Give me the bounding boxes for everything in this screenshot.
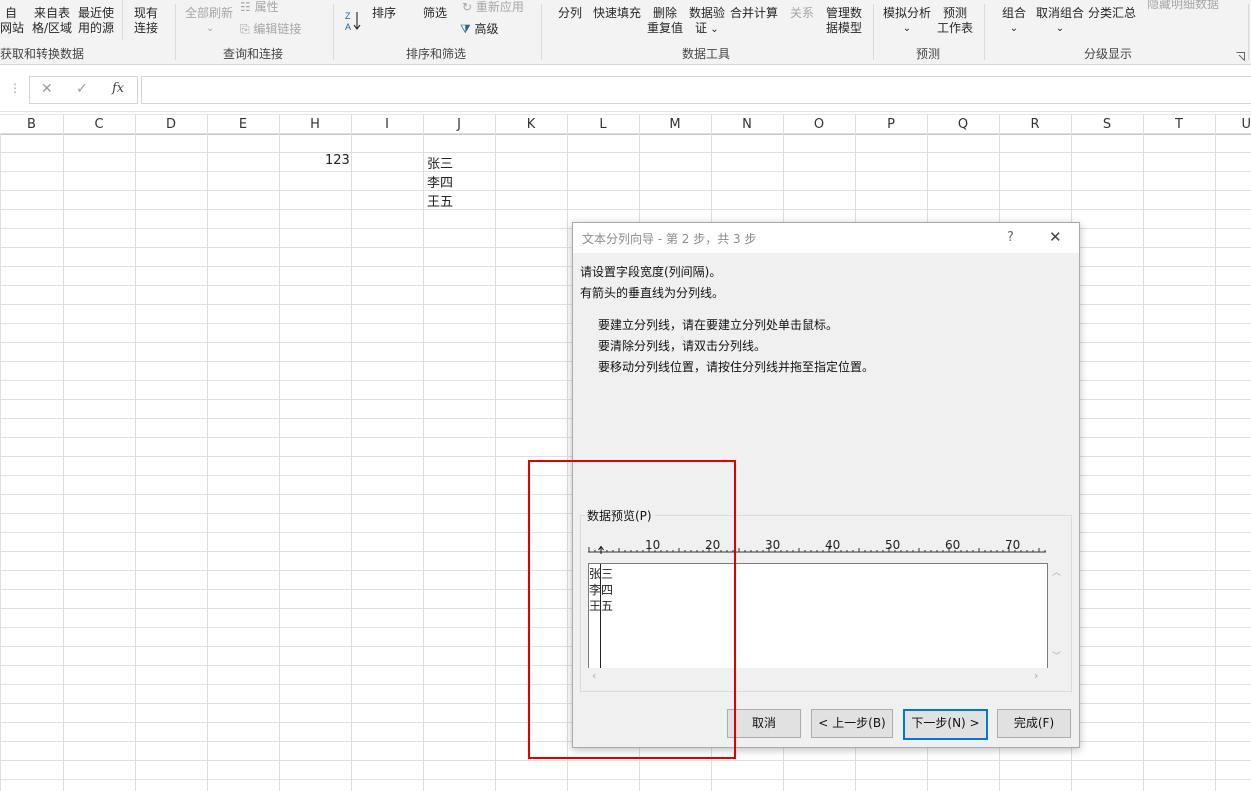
- from-table-button[interactable]: 来自表 格/区域: [29, 6, 75, 36]
- sort-az-icon[interactable]: ZA: [345, 10, 361, 35]
- column-header[interactable]: R: [999, 117, 1071, 132]
- column-header[interactable]: L: [567, 117, 639, 132]
- consolidate-button[interactable]: 合并计算: [730, 6, 778, 21]
- scroll-down-icon[interactable]: ﹀: [1052, 649, 1061, 662]
- svg-text:A: A: [345, 22, 351, 32]
- chevron-down-icon: ⌄: [1055, 23, 1065, 34]
- hide-detail-button[interactable]: 隐藏明细数据: [1147, 0, 1219, 12]
- column-header[interactable]: C: [63, 117, 135, 132]
- formula-bar: ⋮ ✕ ✓ fx: [0, 65, 1251, 112]
- group-label-data-tools: 数据工具: [682, 47, 731, 61]
- hint-line-1: 要建立分列线，请在要建立分列处单击鼠标。: [598, 318, 839, 332]
- group-label-get-transform: 获取和转换数据: [0, 47, 85, 61]
- column-header[interactable]: P: [855, 117, 927, 132]
- column-header[interactable]: M: [639, 117, 711, 132]
- column-header[interactable]: E: [207, 117, 279, 132]
- link-icon: ⎘: [240, 22, 254, 36]
- next-button[interactable]: 下一步(N) >: [903, 709, 988, 740]
- chevron-down-icon: ⌄: [902, 23, 912, 34]
- column-header[interactable]: I: [351, 117, 423, 132]
- cancel-icon[interactable]: ✕: [41, 81, 53, 97]
- ruler-tick-label: 50: [885, 538, 901, 552]
- text-to-columns-button[interactable]: 分列: [558, 6, 582, 21]
- highlight-annotation-box: [528, 460, 736, 759]
- edit-links-button[interactable]: ⎘ 编辑链接: [240, 22, 301, 37]
- dialog-titlebar[interactable]: 文本分列向导 - 第 2 步，共 3 步 ? ✕: [573, 223, 1079, 253]
- cancel-button[interactable]: 取消: [727, 709, 801, 738]
- help-button[interactable]: ?: [1007, 230, 1014, 245]
- ribbon: 自 网站 来自表 格/区域 最近使 用的源 现有 连接 获取和转换数据 全部刷新…: [0, 0, 1251, 65]
- cell-j3[interactable]: 王五: [427, 191, 453, 210]
- sort-button[interactable]: 排序: [372, 6, 396, 21]
- group-label-sort-filter: 排序和筛选: [406, 47, 467, 61]
- refresh-all-button[interactable]: 全部刷新: [185, 6, 233, 21]
- instruction-line-2: 有箭头的垂直线为分列线。: [580, 286, 725, 300]
- chevron-down-icon: ⌄: [1009, 23, 1019, 34]
- column-header[interactable]: U: [1215, 117, 1251, 132]
- advanced-filter-icon: ⧩: [460, 22, 475, 36]
- properties-icon: ☷: [240, 0, 255, 14]
- refresh-dropdown-icon[interactable]: ⌄: [206, 21, 214, 36]
- cell-j1[interactable]: 张三: [427, 153, 453, 172]
- hint-line-3: 要移动分列线位置，请按住分列线并拖至指定位置。: [598, 360, 875, 374]
- instruction-line-1: 请设置字段宽度(列间隔)。: [580, 265, 722, 279]
- dialog-launcher-icon[interactable]: [1236, 50, 1245, 64]
- forecast-sheet-button[interactable]: 预测 工作表: [936, 6, 974, 36]
- svg-text:Z: Z: [345, 11, 351, 21]
- column-header[interactable]: N: [711, 117, 783, 132]
- reapply-icon: ↻: [462, 0, 476, 14]
- ruler-tick-label: 40: [825, 538, 841, 552]
- existing-connections-button[interactable]: 现有 连接: [130, 6, 162, 36]
- group-label-outline: 分级显示: [1084, 47, 1133, 61]
- close-icon[interactable]: ✕: [1049, 228, 1062, 246]
- column-header[interactable]: B: [0, 117, 63, 132]
- enter-icon[interactable]: ✓: [76, 81, 88, 97]
- ruler-tick-label: 70: [1005, 538, 1021, 552]
- properties-button[interactable]: ☷ 属性: [240, 0, 279, 15]
- chevron-down-icon: ⌄: [707, 24, 719, 35]
- column-header[interactable]: K: [495, 117, 567, 132]
- cell-j2[interactable]: 李四: [427, 172, 453, 191]
- cell-h1[interactable]: 123: [325, 153, 350, 168]
- more-options-icon[interactable]: ⋮: [9, 81, 21, 95]
- from-web-button[interactable]: 自 网站: [0, 6, 24, 36]
- ruler-tick-label: 30: [765, 538, 781, 552]
- column-header[interactable]: D: [135, 117, 207, 132]
- recent-sources-button[interactable]: 最近使 用的源: [74, 6, 118, 36]
- remove-duplicates-button[interactable]: 删除 重复值: [645, 6, 685, 36]
- column-header[interactable]: J: [423, 117, 495, 132]
- advanced-filter-button[interactable]: ⧩ 高级: [460, 22, 499, 37]
- group-button[interactable]: 组合 ⌄: [1000, 6, 1028, 36]
- finish-button[interactable]: 完成(F): [997, 709, 1071, 738]
- formula-input[interactable]: [141, 76, 1251, 104]
- relationships-button[interactable]: 关系: [790, 6, 814, 21]
- column-header[interactable]: T: [1143, 117, 1215, 132]
- column-headers: B C D E H I J K L M N O P Q R S T U: [0, 114, 1251, 135]
- scroll-up-icon[interactable]: ︿: [1052, 565, 1061, 578]
- flash-fill-button[interactable]: 快速填充: [593, 6, 641, 21]
- filter-button[interactable]: 筛选: [423, 6, 447, 21]
- preview-vertical-scrollbar[interactable]: ︿ ﹀: [1048, 563, 1064, 667]
- scroll-right-icon[interactable]: ›: [1034, 669, 1038, 682]
- back-button[interactable]: < 上一步(B): [811, 709, 893, 738]
- insert-function-icon[interactable]: fx: [112, 81, 124, 96]
- hint-line-2: 要清除分列线，请双击分列线。: [598, 339, 767, 353]
- column-header[interactable]: Q: [927, 117, 999, 132]
- column-header[interactable]: S: [1071, 117, 1143, 132]
- group-label-queries: 查询和连接: [223, 47, 284, 61]
- ruler-tick-label: 60: [945, 538, 961, 552]
- dialog-title: 文本分列向导 - 第 2 步，共 3 步: [582, 232, 757, 246]
- group-label-forecast: 预测: [916, 47, 941, 61]
- column-header[interactable]: O: [783, 117, 855, 132]
- reapply-button[interactable]: ↻ 重新应用: [462, 0, 524, 15]
- ungroup-button[interactable]: 取消组合 ⌄: [1035, 6, 1085, 36]
- formula-buttons: ✕ ✓ fx: [29, 76, 138, 104]
- data-validation-button[interactable]: 数据验 证 ⌄: [689, 6, 725, 37]
- subtotal-button[interactable]: 分类汇总: [1088, 6, 1136, 21]
- what-if-analysis-button[interactable]: 模拟分析 ⌄: [882, 6, 932, 36]
- column-header[interactable]: H: [279, 117, 351, 132]
- manage-data-model-button[interactable]: 管理数 据模型: [824, 6, 864, 36]
